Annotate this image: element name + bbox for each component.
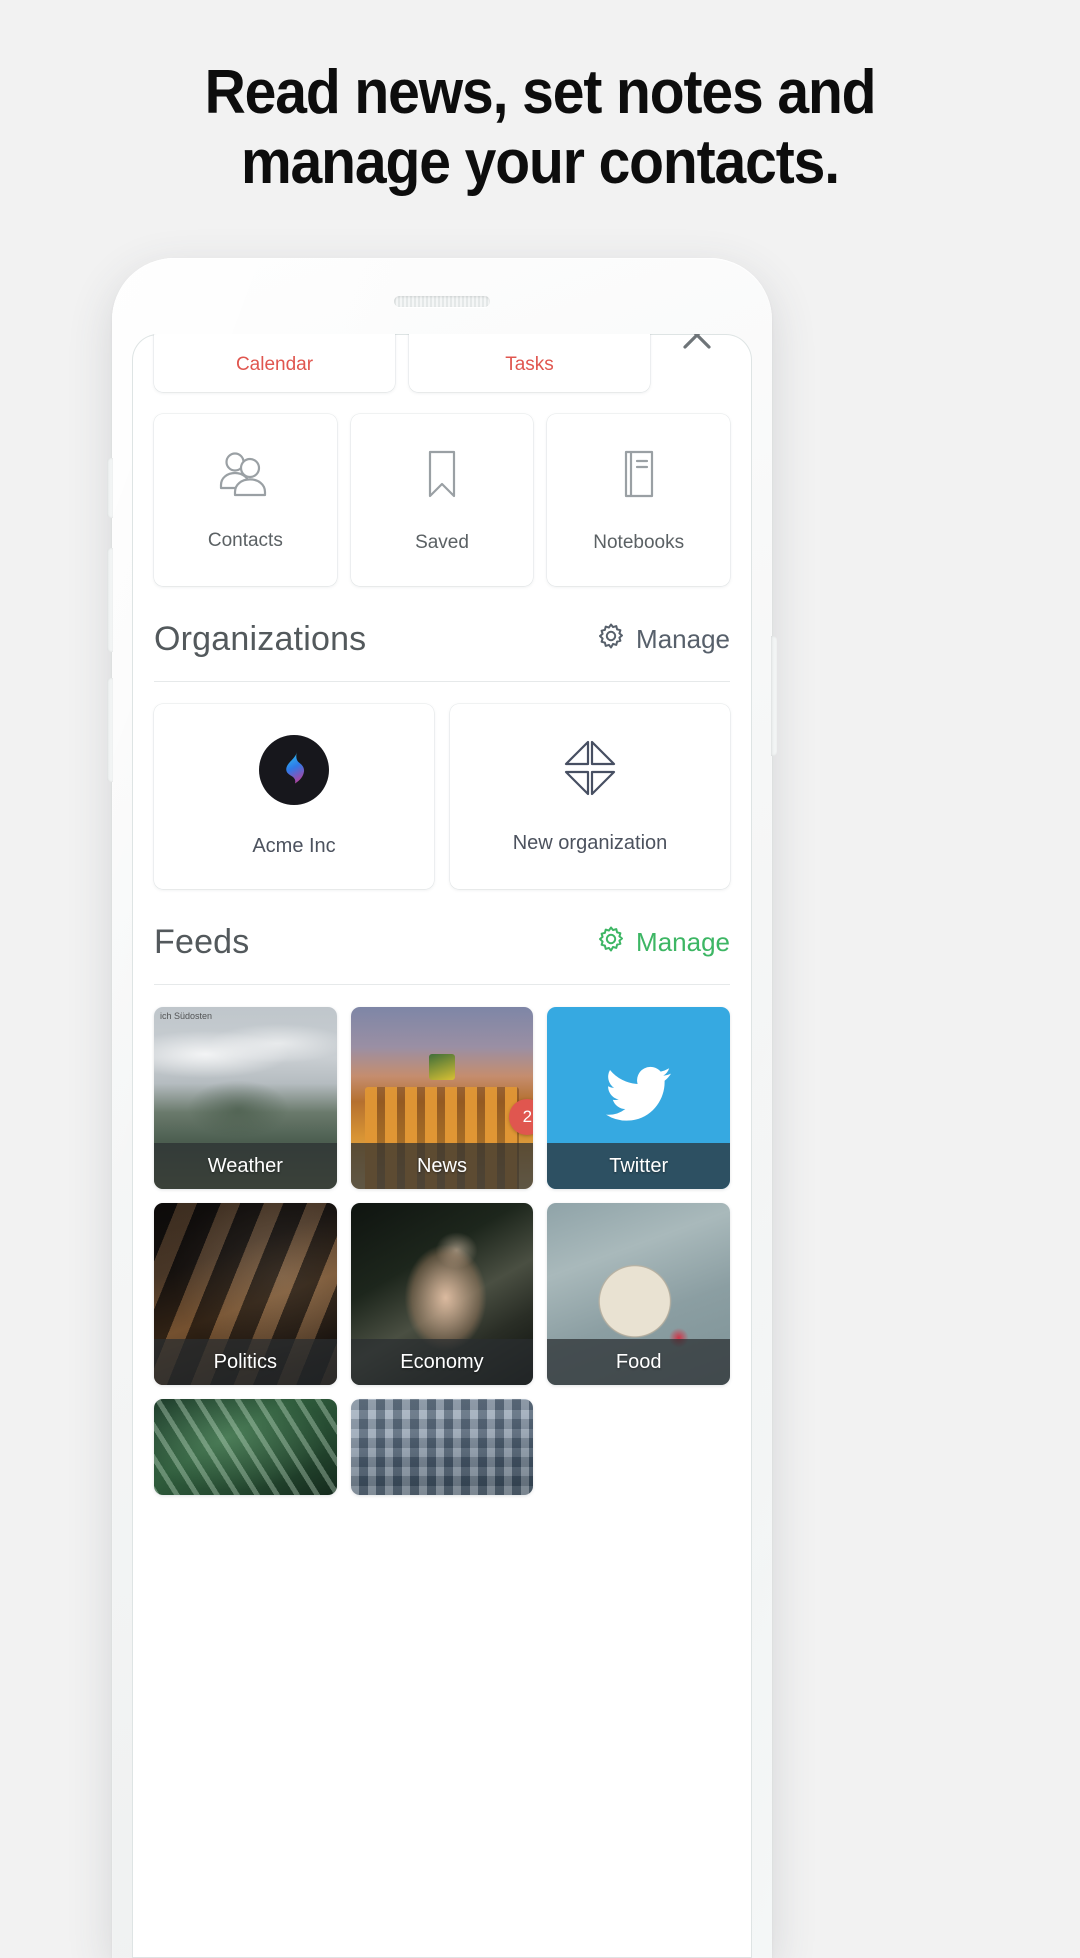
feed-tile-politics[interactable]: Politics [154,1203,337,1385]
people-icon [216,449,274,504]
feed-food-label: Food [547,1339,730,1385]
quick-action-contacts[interactable]: Contacts [154,414,337,586]
mute-switch[interactable] [107,458,113,518]
close-icon [675,334,719,362]
acme-logo-icon [259,735,329,805]
headline-line-2: manage your contacts. [240,128,840,197]
feed-tile-partial-plant[interactable] [154,1399,337,1495]
gear-icon [596,621,626,658]
four-triangles-icon [561,739,619,802]
quick-action-notebooks-label: Notebooks [593,531,685,553]
shortcut-tasks-label: Tasks [505,354,554,375]
calendar-icon [253,334,297,344]
organization-new-label: New organization [512,831,668,854]
feed-tile-twitter[interactable]: Twitter [547,1007,730,1189]
feeds-grid: ich Südosten Weather 2 News Twitter Poli… [132,985,752,1495]
tasks-icon [508,334,552,344]
feeds-title: Feeds [154,923,250,961]
feed-tile-partial-building[interactable] [350,1399,534,1495]
shortcut-calendar[interactable]: Calendar [154,334,395,392]
organizations-manage-button[interactable]: Manage [596,621,730,658]
organizations-manage-label: Manage [636,624,730,654]
headline-line-1: Read news, set notes and [204,58,877,127]
quick-action-notebooks[interactable]: Notebooks [547,414,731,586]
shortcut-row: Calendar Tasks [132,334,752,392]
quick-actions-row: Contacts Saved Notebooks [132,392,752,586]
quick-action-saved-label: Saved [415,531,469,553]
organizations-row: Acme Inc New organization [132,682,752,889]
feed-thumbnail-plant [154,1399,337,1495]
feed-tile-economy[interactable]: Economy [350,1203,534,1385]
earpiece-speaker-icon [394,296,490,307]
organization-acme-label: Acme Inc [252,835,336,857]
page-title: Read news, set notes and manage your con… [43,58,1037,198]
shortcut-calendar-label: Calendar [235,354,314,375]
feed-weather-caption: ich Südosten [160,1011,213,1021]
organizations-section: Organizations Manage [132,586,752,682]
feeds-header: Feeds Manage [154,923,730,985]
close-button[interactable] [664,334,730,392]
feed-politics-label: Politics [154,1339,337,1385]
feed-thumbnail-building [350,1399,534,1495]
phone-screen: Calendar Tasks Contacts Saved Notebooks … [132,334,752,1958]
feed-economy-label: Economy [350,1339,534,1385]
organizations-title: Organizations [154,620,367,658]
feed-tile-news[interactable]: 2 News [350,1007,534,1189]
app-scroll-container[interactable]: Calendar Tasks Contacts Saved Notebooks … [132,334,752,1495]
twitter-bird-icon [603,1065,675,1130]
organizations-header: Organizations Manage [154,620,730,682]
shortcut-tasks[interactable]: Tasks [409,334,650,392]
feeds-manage-button[interactable]: Manage [596,924,730,961]
feed-twitter-label: Twitter [547,1143,730,1189]
quick-action-contacts-label: Contacts [207,529,283,551]
feed-weather-label: Weather [154,1143,337,1189]
bookmark-icon [418,447,466,506]
power-button[interactable] [771,636,777,756]
feed-tile-food[interactable]: Food [547,1203,730,1385]
quick-action-saved[interactable]: Saved [350,414,534,586]
feed-news-label: News [350,1143,534,1189]
gear-icon [596,924,626,961]
volume-up-button[interactable] [107,548,113,652]
feeds-section: Feeds Manage [132,889,752,985]
volume-down-button[interactable] [107,678,113,782]
notebook-icon [615,447,663,506]
organization-card-acme[interactable]: Acme Inc [154,704,434,889]
phone-mockup: Calendar Tasks Contacts Saved Notebooks … [107,258,777,1958]
quadriga-statue-icon [428,1054,455,1081]
organization-card-new[interactable]: New organization [450,704,730,889]
feed-tile-weather[interactable]: ich Südosten Weather [154,1007,337,1189]
feeds-manage-label: Manage [636,927,730,957]
